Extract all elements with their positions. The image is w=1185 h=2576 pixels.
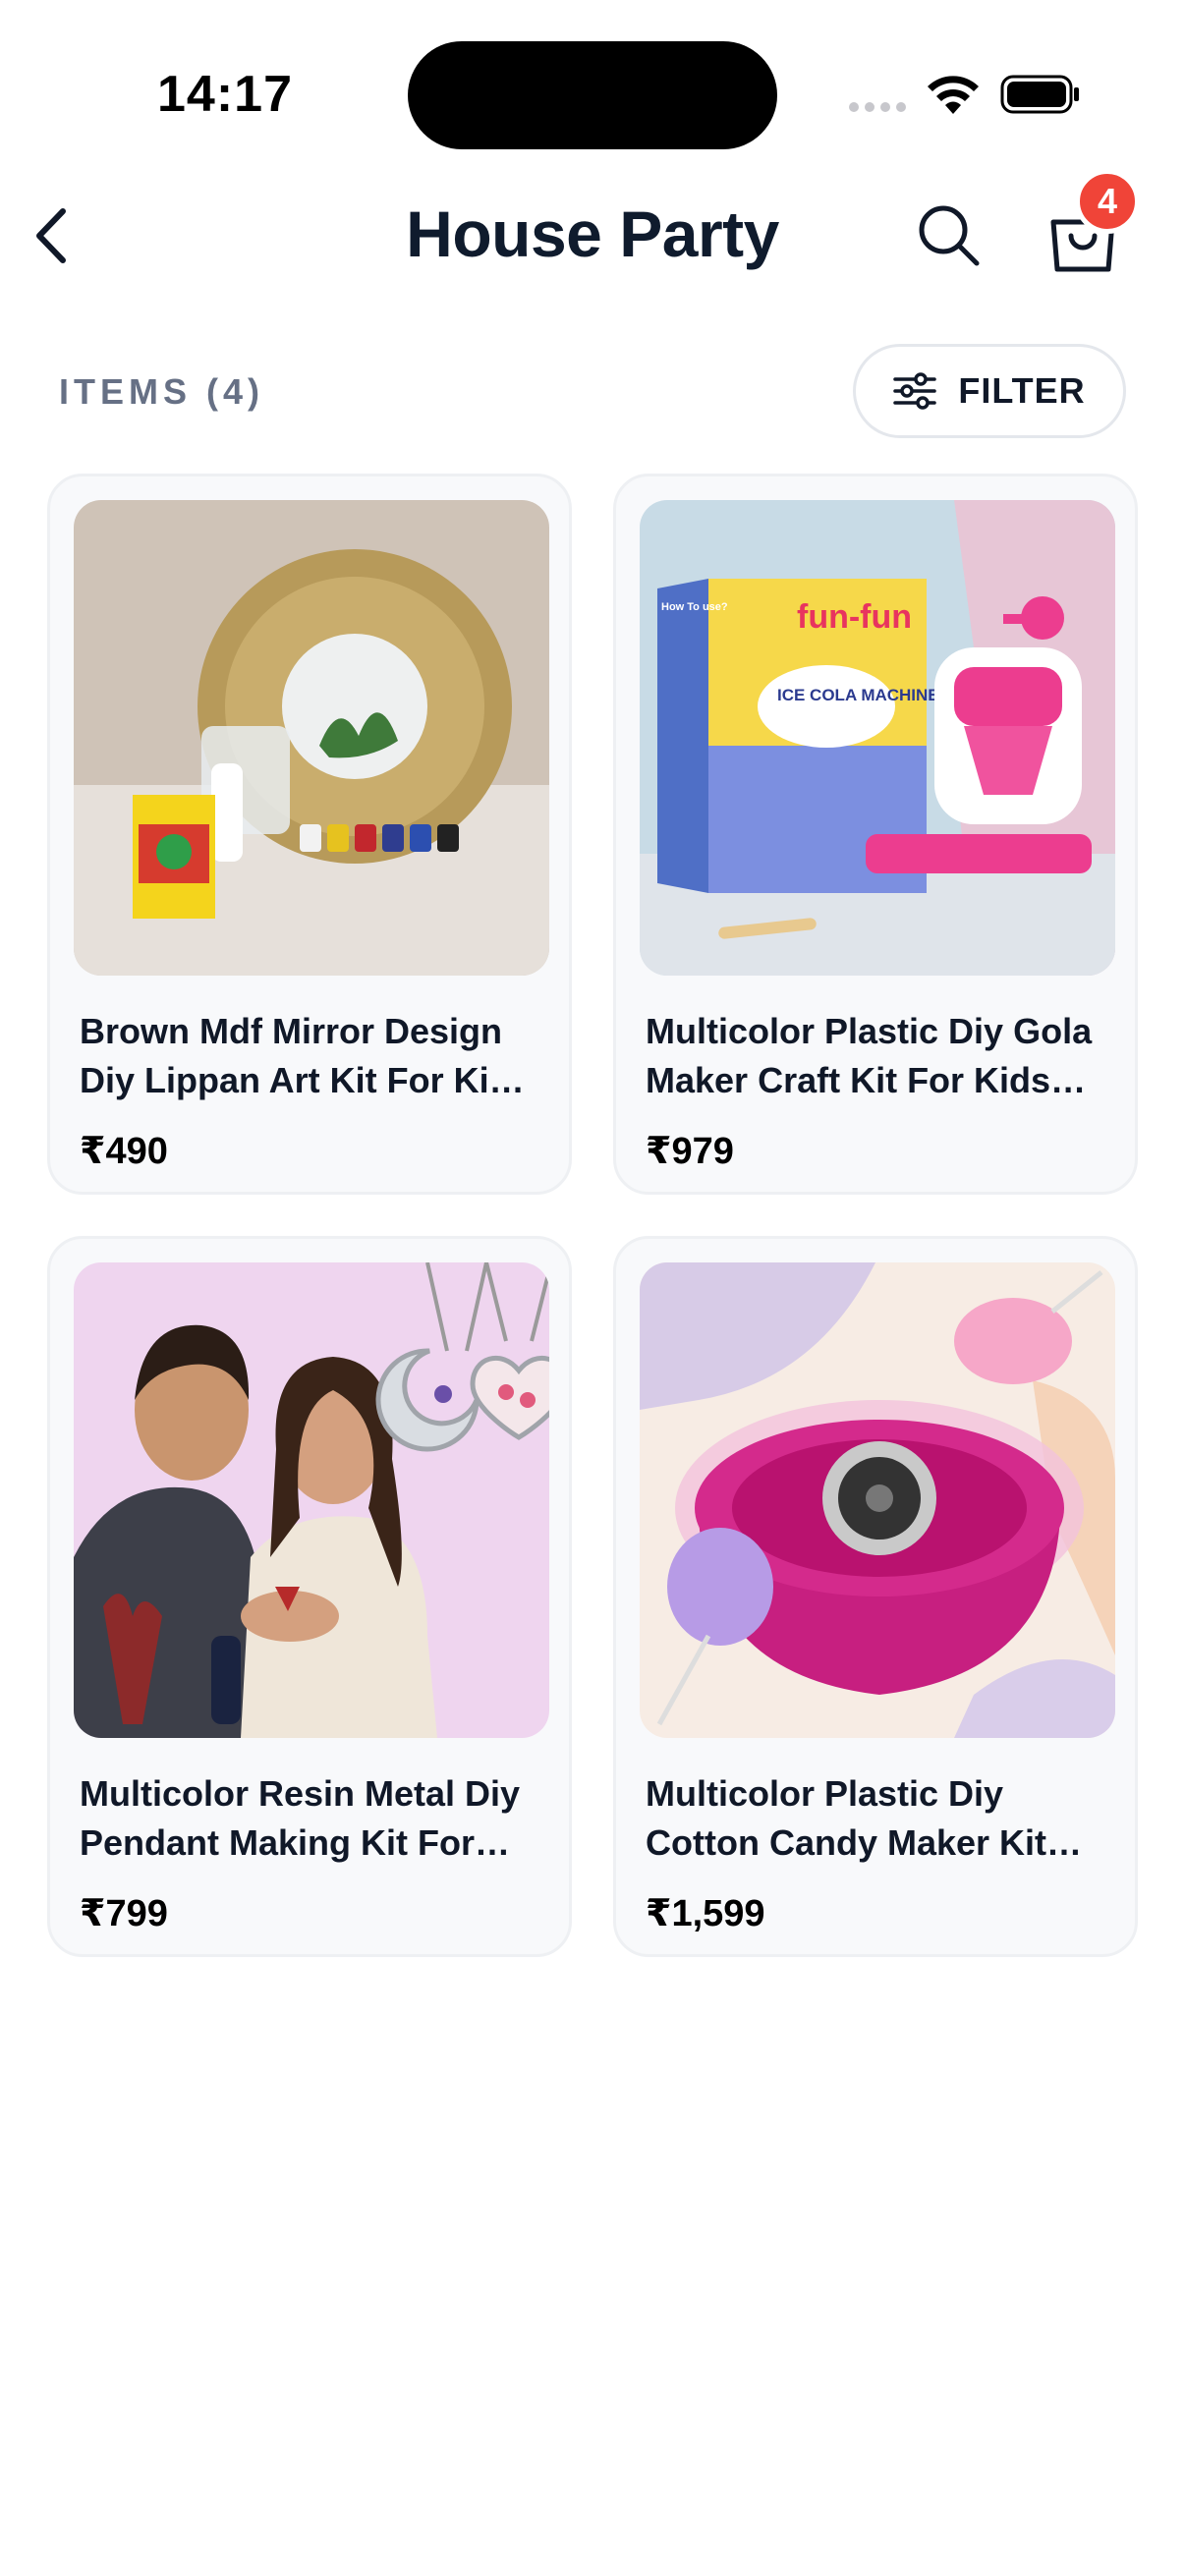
product-image-gola-maker-kit: fun-fun ICE COLA MACHINE How To use? bbox=[640, 500, 1115, 976]
funfun-brand-text: fun-fun bbox=[797, 598, 912, 636]
product-image-resin-pendant-kit bbox=[74, 1262, 549, 1738]
battery-icon bbox=[1000, 75, 1079, 114]
page-title: House Party bbox=[406, 197, 779, 270]
product-card[interactable]: fun-fun ICE COLA MACHINE How To use? Mul… bbox=[613, 474, 1138, 1195]
status-bar: 14:17 bbox=[0, 0, 1185, 187]
product-card[interactable]: Brown Mdf Mirror Design Diy Lippan Art K… bbox=[47, 474, 572, 1195]
screen: 14:17 House Party 4 ITEMS (4) FILTER Bro… bbox=[0, 0, 1185, 2576]
product-card[interactable]: Multicolor Plastic Diy Cotton Candy Make… bbox=[613, 1236, 1138, 1957]
wifi-icon bbox=[928, 76, 979, 114]
cart-count-badge: 4 bbox=[1075, 169, 1140, 234]
product-price: ₹490 bbox=[80, 1131, 168, 1172]
product-image-lippan-mirror-kit bbox=[74, 500, 549, 976]
items-count-label: ITEMS (4) bbox=[59, 371, 265, 412]
product-card[interactable]: Multicolor Resin Metal Diy Pendant Makin… bbox=[47, 1236, 572, 1957]
product-name: Brown Mdf Mirror Design Diy Lippan Art K… bbox=[80, 1011, 531, 1100]
dynamic-island bbox=[408, 41, 777, 149]
status-time: 14:17 bbox=[157, 66, 293, 123]
filter-button[interactable]: FILTER bbox=[853, 344, 1126, 438]
sliders-icon bbox=[893, 372, 937, 410]
app-header: House Party bbox=[0, 177, 1185, 295]
product-name: Multicolor Plastic Diy Cotton Candy Make… bbox=[646, 1773, 1047, 1863]
funfun-product-text: ICE COLA MACHINE bbox=[777, 686, 939, 704]
product-price: ₹979 bbox=[646, 1131, 734, 1172]
product-image-cotton-candy-maker bbox=[640, 1262, 1115, 1738]
filter-label: FILTER bbox=[958, 370, 1086, 411]
cellular-signal-icon bbox=[849, 102, 906, 112]
product-name: Multicolor Plastic Diy Gola Maker Craft … bbox=[646, 1011, 1093, 1100]
search-icon[interactable] bbox=[910, 196, 988, 275]
product-price: ₹1,599 bbox=[646, 1893, 765, 1934]
product-name: Multicolor Resin Metal Diy Pendant Makin… bbox=[80, 1773, 521, 1863]
funfun-howto-text: How To use? bbox=[661, 601, 728, 613]
product-price: ₹799 bbox=[80, 1893, 168, 1934]
